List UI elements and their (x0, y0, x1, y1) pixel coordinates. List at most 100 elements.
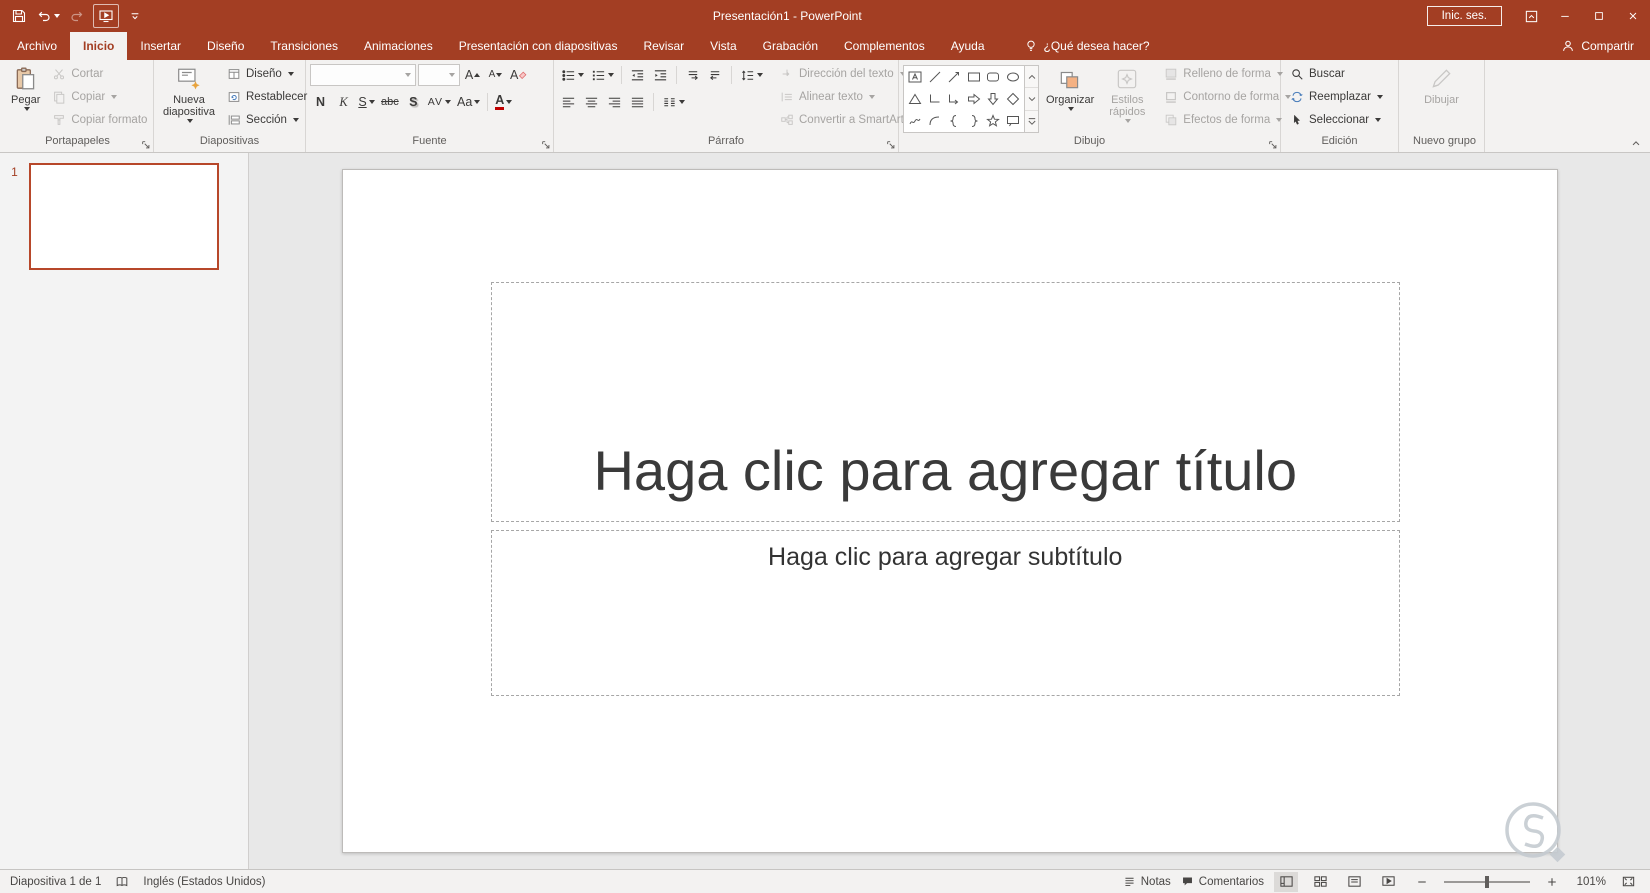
subtitle-placeholder[interactable]: Haga clic para agregar subtítulo (491, 530, 1400, 696)
draw-button[interactable]: Dibujar (1419, 63, 1464, 135)
columns-dropdown[interactable] (679, 100, 685, 104)
quick-styles-button[interactable]: Estilos rápidos (1101, 63, 1153, 135)
font-dialog-launcher[interactable] (541, 140, 551, 150)
shape-arrow[interactable] (945, 68, 963, 86)
zoom-in-button[interactable] (1540, 872, 1564, 892)
cut-button[interactable]: Cortar (47, 63, 151, 85)
shape-right-brace[interactable] (965, 112, 983, 130)
shape-diamond[interactable] (1004, 90, 1022, 108)
shape-rounded-rectangle[interactable] (984, 68, 1002, 86)
font-name-dropdown[interactable] (405, 73, 411, 77)
zoom-slider-thumb[interactable] (1485, 876, 1489, 888)
slide-1-thumbnail[interactable] (29, 163, 219, 270)
format-painter-button[interactable]: Copiar formato (47, 109, 151, 131)
underline-dropdown[interactable] (369, 100, 375, 104)
text-shadow-button[interactable]: S (403, 91, 424, 113)
grow-font-button[interactable]: A (462, 64, 483, 86)
tab-insertar[interactable]: Insertar (127, 32, 194, 60)
replace-button[interactable]: Reemplazar (1285, 86, 1387, 108)
arrange-button[interactable]: Organizar (1041, 63, 1099, 135)
replace-dropdown[interactable] (1377, 95, 1383, 99)
shape-callout[interactable] (1004, 112, 1022, 130)
font-size-combobox[interactable] (418, 64, 460, 86)
select-button[interactable]: Seleccionar (1285, 109, 1387, 131)
sign-in-button[interactable]: Inic. ses. (1427, 6, 1502, 26)
character-spacing-button[interactable]: AV (426, 91, 453, 113)
shape-down-arrow[interactable] (984, 90, 1002, 108)
shrink-font-button[interactable]: A (485, 64, 506, 86)
clipboard-dialog-launcher[interactable] (141, 140, 151, 150)
shape-fill-button[interactable]: Relleno de forma (1159, 63, 1295, 85)
tab-vista[interactable]: Vista (697, 32, 749, 60)
tab-animaciones[interactable]: Animaciones (351, 32, 446, 60)
align-center-button[interactable] (581, 91, 602, 113)
shape-text-box[interactable] (906, 68, 924, 86)
change-case-dropdown[interactable] (474, 100, 480, 104)
font-size-dropdown[interactable] (449, 73, 455, 77)
decrease-indent-button[interactable] (627, 64, 648, 86)
tab-transiciones[interactable]: Transiciones (257, 32, 351, 60)
section-dropdown[interactable] (293, 118, 299, 122)
section-button[interactable]: Sección (222, 109, 311, 131)
layout-button[interactable]: Diseño (222, 63, 311, 85)
increase-indent-button[interactable] (650, 64, 671, 86)
undo-dropdown[interactable] (54, 14, 60, 18)
minimize-button[interactable] (1548, 0, 1582, 32)
line-spacing-button[interactable] (737, 64, 765, 86)
normal-view-button[interactable] (1274, 872, 1298, 892)
shape-right-arrow[interactable] (965, 90, 983, 108)
columns-button[interactable] (659, 91, 687, 113)
align-left-button[interactable] (558, 91, 579, 113)
find-button[interactable]: Buscar (1285, 63, 1387, 85)
copy-dropdown[interactable] (111, 95, 117, 99)
save-button[interactable] (6, 4, 32, 28)
paste-dropdown[interactable] (24, 107, 30, 111)
shape-left-brace[interactable] (945, 112, 963, 130)
select-dropdown[interactable] (1375, 118, 1381, 122)
left-to-right-button[interactable] (682, 64, 703, 86)
slide-sorter-view-button[interactable] (1308, 872, 1332, 892)
justify-button[interactable] (627, 91, 648, 113)
clear-formatting-button[interactable]: A (508, 64, 529, 86)
reading-view-button[interactable] (1342, 872, 1366, 892)
tab-presentacion[interactable]: Presentación con diapositivas (446, 32, 631, 60)
shape-arc[interactable] (926, 112, 944, 130)
tab-inicio[interactable]: Inicio (70, 32, 127, 60)
shape-oval[interactable] (1004, 68, 1022, 86)
ribbon-display-options-button[interactable] (1514, 0, 1548, 32)
slide-canvas[interactable]: Haga clic para agregar título Haga clic … (249, 153, 1650, 869)
underline-button[interactable]: S (356, 91, 377, 113)
zoom-slider[interactable] (1444, 881, 1530, 883)
new-slide-dropdown[interactable] (187, 119, 193, 123)
strikethrough-button[interactable]: abc (379, 91, 401, 113)
arrange-dropdown[interactable] (1068, 107, 1074, 111)
zoom-out-button[interactable] (1410, 872, 1434, 892)
redo-button[interactable] (64, 4, 90, 28)
tell-me-box[interactable]: ¿Qué desea hacer? (1024, 32, 1150, 60)
tab-archivo[interactable]: Archivo (4, 32, 70, 60)
align-right-button[interactable] (604, 91, 625, 113)
tab-revisar[interactable]: Revisar (630, 32, 697, 60)
maximize-button[interactable] (1582, 0, 1616, 32)
fit-slide-to-window-button[interactable] (1616, 872, 1640, 892)
tab-diseno[interactable]: Diseño (194, 32, 257, 60)
collapse-ribbon-button[interactable] (1630, 138, 1642, 148)
shape-rectangle[interactable] (965, 68, 983, 86)
slideshow-view-button[interactable] (1376, 872, 1400, 892)
shape-outline-button[interactable]: Contorno de forma (1159, 86, 1295, 108)
close-button[interactable] (1616, 0, 1650, 32)
comments-button[interactable]: Comentarios (1181, 875, 1264, 888)
share-button[interactable]: Compartir (1545, 32, 1650, 60)
reset-button[interactable]: Restablecer (222, 86, 311, 108)
character-spacing-dropdown[interactable] (445, 100, 451, 104)
shape-elbow-connector[interactable] (926, 90, 944, 108)
bullets-dropdown[interactable] (578, 73, 584, 77)
bold-button[interactable]: N (310, 91, 331, 113)
change-case-button[interactable]: Aa (455, 91, 482, 113)
bullets-button[interactable] (558, 64, 586, 86)
copy-button[interactable]: Copiar (47, 86, 151, 108)
right-to-left-button[interactable] (705, 64, 726, 86)
slide-thumbnail-panel[interactable]: 1 (0, 153, 249, 869)
numbering-dropdown[interactable] (608, 73, 614, 77)
tab-complementos[interactable]: Complementos (831, 32, 938, 60)
